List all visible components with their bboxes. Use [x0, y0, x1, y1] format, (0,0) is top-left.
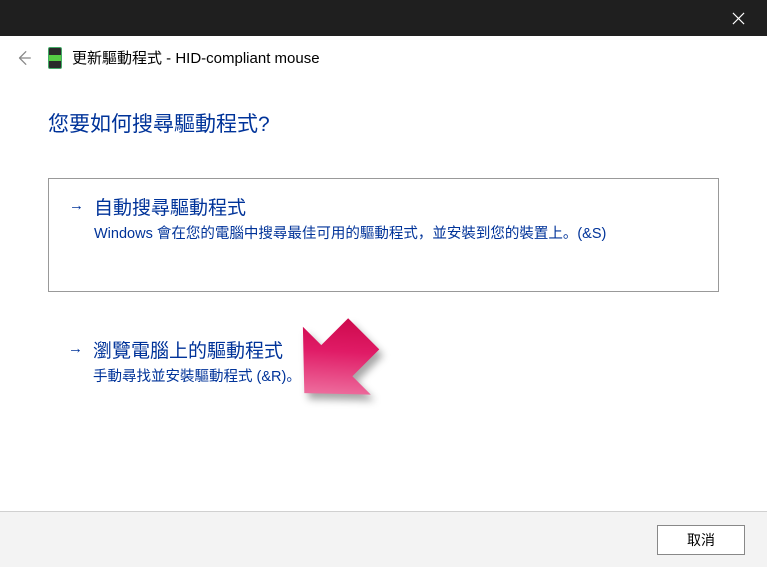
option-desc: 手動尋找並安裝驅動程式 (&R)。 [93, 367, 699, 388]
option-browse-computer[interactable]: → 瀏覽電腦上的驅動程式 手動尋找並安裝驅動程式 (&R)。 [48, 322, 719, 404]
close-icon [732, 12, 745, 25]
subheader-title: 更新驅動程式 - HID-compliant mouse [72, 47, 320, 68]
content-area: 您要如何搜尋驅動程式? → 自動搜尋驅動程式 Windows 會在您的電腦中搜尋… [0, 80, 767, 511]
page-heading: 您要如何搜尋驅動程式? [48, 108, 719, 138]
option-auto-search[interactable]: → 自動搜尋驅動程式 Windows 會在您的電腦中搜尋最佳可用的驅動程式，並安… [48, 178, 719, 292]
cancel-button[interactable]: 取消 [657, 525, 745, 555]
back-arrow-icon [15, 49, 33, 67]
close-button[interactable] [715, 2, 761, 34]
device-icon [48, 47, 62, 69]
titlebar [0, 0, 767, 36]
footer: 取消 [0, 511, 767, 567]
arrow-icon: → [69, 197, 84, 214]
back-button[interactable] [14, 48, 34, 68]
option-title: 自動搜尋驅動程式 [94, 193, 698, 220]
option-title: 瀏覽電腦上的驅動程式 [93, 336, 699, 363]
subheader: 更新驅動程式 - HID-compliant mouse [0, 36, 767, 80]
arrow-icon: → [68, 340, 83, 357]
option-desc: Windows 會在您的電腦中搜尋最佳可用的驅動程式，並安裝到您的裝置上。(&S… [94, 224, 698, 245]
